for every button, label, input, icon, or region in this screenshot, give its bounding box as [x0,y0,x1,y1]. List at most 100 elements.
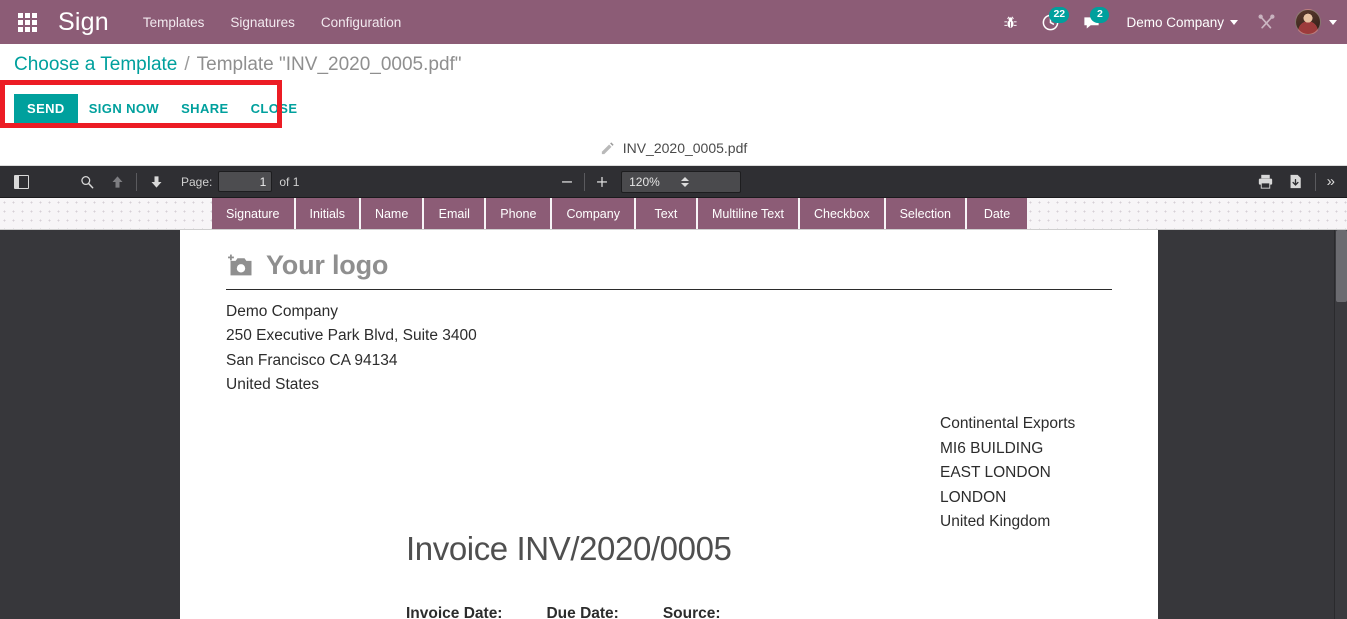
invoice-detail-headers: Invoice Date: Due Date: Source: [406,605,721,619]
sender-address-line: United States [226,375,320,393]
zoom-controls: 120% [554,170,742,194]
send-button[interactable]: SEND [14,94,78,123]
sender-address-line: Demo Company [226,303,338,320]
previous-page-button[interactable] [102,169,132,195]
tools-divider [1314,172,1316,191]
arrow-down-icon [151,175,161,188]
more-tools-button[interactable]: » [1320,173,1341,190]
zoom-level-select[interactable]: 120% [621,170,742,193]
field-button-selection[interactable]: Selection [885,198,968,229]
close-button[interactable]: CLOSE [240,94,309,123]
sender-address-line: San Francisco CA 94134 [226,351,398,369]
recipient-address-block: Continental Exports MI6 BUILDING EAST LO… [940,412,1075,535]
activities-button[interactable]: 22 [1030,0,1071,44]
minus-icon [562,180,573,183]
pdf-page-content: Your logo Demo Company 250 Executive Par… [180,230,1158,397]
breadcrumb-current: Template "INV_2020_0005.pdf" [196,54,462,75]
due-date-header: Due Date: [546,605,619,619]
tools-button[interactable] [1246,0,1287,44]
recipient-address-line: United Kingdom [940,513,1051,531]
messages-button[interactable]: 2 [1071,0,1112,44]
download-icon [1290,174,1301,189]
sender-address-line: 250 Executive Park Blvd, Suite 3400 [226,327,477,345]
vertical-scrollbar[interactable] [1334,230,1347,619]
activities-count-badge: 22 [1049,7,1070,23]
zoom-divider [584,172,586,191]
chevron-down-icon [1230,19,1238,25]
field-button-email[interactable]: Email [424,198,487,229]
document-name-row: INV_2020_0005.pdf [0,131,1347,166]
field-button-date[interactable]: Date [967,198,1030,229]
sidebar-toggle-button[interactable] [6,169,36,195]
field-button-signature[interactable]: Signature [212,198,296,229]
field-button-initials[interactable]: Initials [295,198,361,229]
user-menu-chevron-down-icon[interactable] [1329,19,1337,25]
vertical-scrollbar-thumb[interactable] [1336,230,1347,302]
company-switcher[interactable]: Demo Company [1112,15,1246,30]
pdf-viewer-toolbar: Page: of 1 120% [0,166,1347,198]
page-label: Page: [181,174,213,189]
main-menu: Templates Signatures Configuration [143,15,401,30]
spinner-arrows-icon [681,176,733,187]
next-page-button[interactable] [141,169,171,195]
field-button-company[interactable]: Company [552,198,636,229]
breadcrumb-separator: / [184,54,190,75]
recipient-address-line: LONDON [940,488,1007,506]
page-number-input[interactable] [218,171,273,192]
breadcrumb: Choose a Template / Template "INV_2020_0… [0,44,1347,86]
messages-count-badge: 2 [1090,7,1110,23]
menu-item-configuration[interactable]: Configuration [321,15,401,30]
sign-now-button[interactable]: SIGN NOW [78,94,170,123]
page-total-label: of 1 [279,174,300,189]
toolbar-divider [136,172,137,191]
camera-add-icon [228,254,252,275]
action-buttons-bar: SEND SIGN NOW SHARE CLOSE [0,86,1347,131]
sidebar-toggle-icon [13,174,29,189]
user-avatar[interactable] [1295,9,1321,35]
sender-address-block: Demo Company 250 Executive Park Blvd, Su… [226,300,1112,397]
navbar-right-tools: 22 2 Demo Company [991,0,1347,44]
printer-icon [1258,174,1273,189]
invoice-date-header: Invoice Date: [406,605,503,619]
breadcrumb-parent-link[interactable]: Choose a Template [14,54,177,76]
pdf-viewer-area[interactable]: Your logo Demo Company 250 Executive Par… [0,230,1347,619]
apps-menu-button[interactable] [0,0,54,44]
field-button-name[interactable]: Name [360,198,425,229]
print-button[interactable] [1251,169,1281,195]
recipient-address-line: MI6 BUILDING [940,439,1044,457]
recipient-address-line: Continental Exports [940,415,1076,432]
logo-placeholder[interactable]: Your logo [226,250,1112,289]
search-button[interactable] [72,169,102,195]
pencil-icon[interactable] [600,141,615,156]
source-header: Source: [662,605,721,619]
wrench-tools-icon [1258,14,1275,28]
share-button[interactable]: SHARE [170,94,240,123]
field-button-phone[interactable]: Phone [486,198,553,229]
app-brand-title[interactable]: Sign [58,8,109,37]
bug-icon [1004,15,1018,28]
recipient-address-line: EAST LONDON [940,464,1051,482]
menu-item-templates[interactable]: Templates [143,15,205,30]
pdf-toolbar-right: » [1251,169,1341,195]
plus-icon [597,176,608,187]
header-divider [226,289,1112,290]
field-button-checkbox[interactable]: Checkbox [799,198,886,229]
company-name-label: Demo Company [1126,14,1224,30]
menu-item-signatures[interactable]: Signatures [230,15,295,30]
zoom-out-button[interactable] [554,170,580,194]
magnifier-search-icon [81,175,94,188]
debug-menu-button[interactable] [991,0,1030,44]
pdf-page[interactable]: Your logo Demo Company 250 Executive Par… [180,230,1158,619]
field-type-toolbar: Signature Initials Name Email Phone Comp… [0,198,1347,230]
arrow-up-icon [112,175,122,188]
logo-text: Your logo [266,250,389,280]
zoom-level-value: 120% [629,174,660,189]
invoice-title: Invoice INV/2020/0005 [406,530,732,567]
download-button[interactable] [1281,169,1311,195]
document-file-name: INV_2020_0005.pdf [622,140,748,156]
grid-apps-icon [17,12,37,32]
zoom-in-button[interactable] [589,170,615,194]
field-button-text[interactable]: Text [635,198,698,229]
top-navbar: Sign Templates Signatures Configuration [0,0,1347,44]
field-button-multiline-text[interactable]: Multiline Text [697,198,800,229]
